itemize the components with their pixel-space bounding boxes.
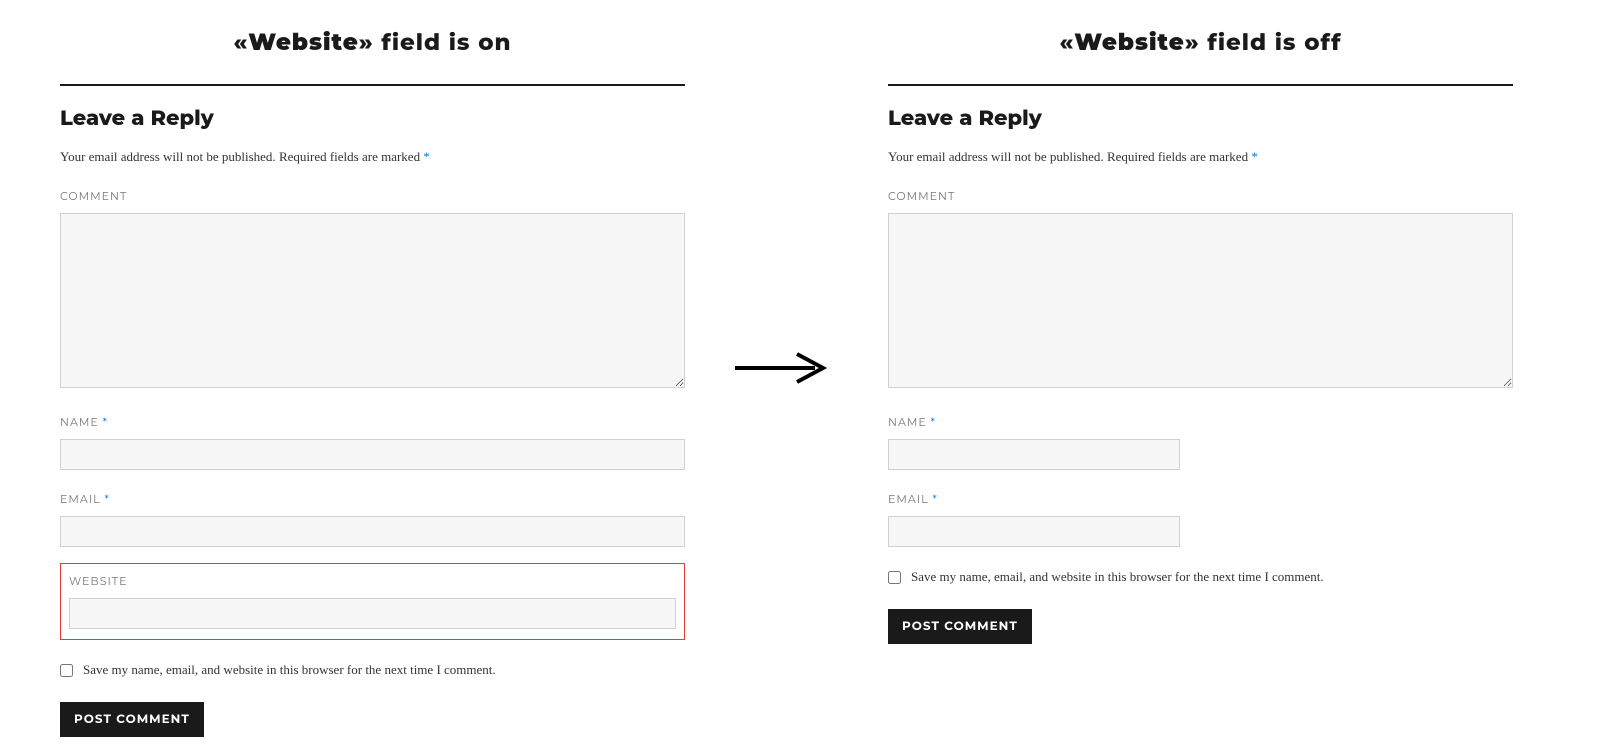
- comment-label: COMMENT: [888, 189, 1513, 203]
- email-label: EMAIL *: [888, 492, 1513, 506]
- email-input[interactable]: [60, 516, 685, 547]
- title-prefix: «: [1059, 28, 1074, 56]
- email-privacy-notice: Your email address will not be published…: [888, 149, 1513, 165]
- panel-website-on: «Website» field is on Leave a Reply Your…: [60, 28, 685, 737]
- consent-text: Save my name, email, and website in this…: [83, 662, 496, 678]
- website-label: WEBSITE: [69, 574, 676, 588]
- email-label: EMAIL *: [60, 492, 685, 506]
- name-field-block: NAME *: [60, 415, 685, 470]
- email-field-block: EMAIL *: [60, 492, 685, 547]
- notice-b: Required fields are marked: [279, 149, 420, 164]
- website-input[interactable]: [69, 598, 676, 629]
- divider: [888, 84, 1513, 86]
- panel-on-title: «Website» field is on: [60, 28, 685, 56]
- name-input[interactable]: [60, 439, 685, 470]
- arrow-icon: [735, 348, 830, 388]
- title-suffix: » field is off: [1185, 28, 1342, 56]
- required-asterisk: *: [103, 415, 108, 429]
- website-field-highlight: WEBSITE: [60, 563, 685, 640]
- reply-heading: Leave a Reply: [60, 106, 685, 131]
- required-asterisk: *: [423, 149, 430, 164]
- comment-label: COMMENT: [60, 189, 685, 203]
- email-privacy-notice: Your email address will not be published…: [60, 149, 685, 165]
- post-comment-button[interactable]: POST COMMENT: [60, 702, 204, 737]
- name-label: NAME *: [888, 415, 1513, 429]
- required-asterisk: *: [104, 492, 109, 506]
- name-field-block: NAME *: [888, 415, 1513, 470]
- consent-row: Save my name, email, and website in this…: [888, 569, 1513, 585]
- title-suffix: » field is on: [359, 28, 512, 56]
- name-label-text: NAME: [60, 415, 99, 429]
- email-label-text: EMAIL: [888, 492, 929, 506]
- notice-a: Your email address will not be published…: [888, 149, 1104, 164]
- required-asterisk: *: [1251, 149, 1258, 164]
- consent-text: Save my name, email, and website in this…: [911, 569, 1324, 585]
- panel-off-title: «Website» field is off: [888, 28, 1513, 56]
- email-field-block: EMAIL *: [888, 492, 1513, 547]
- name-label-text: NAME: [888, 415, 927, 429]
- comment-textarea[interactable]: [60, 213, 685, 388]
- comment-field-block: COMMENT: [888, 189, 1513, 393]
- post-comment-button[interactable]: POST COMMENT: [888, 609, 1032, 644]
- consent-checkbox[interactable]: [60, 664, 73, 677]
- email-label-text: EMAIL: [60, 492, 101, 506]
- consent-checkbox[interactable]: [888, 571, 901, 584]
- comment-field-block: COMMENT: [60, 189, 685, 393]
- required-asterisk: *: [932, 492, 937, 506]
- reply-heading: Leave a Reply: [888, 106, 1513, 131]
- comment-textarea[interactable]: [888, 213, 1513, 388]
- name-input[interactable]: [888, 439, 1180, 470]
- notice-a: Your email address will not be published…: [60, 149, 276, 164]
- name-label: NAME *: [60, 415, 685, 429]
- email-input[interactable]: [888, 516, 1180, 547]
- title-word: Website: [1074, 28, 1184, 56]
- notice-b: Required fields are marked: [1107, 149, 1248, 164]
- panel-website-off: «Website» field is off Leave a Reply You…: [888, 28, 1513, 644]
- required-asterisk: *: [931, 415, 936, 429]
- title-prefix: «: [233, 28, 248, 56]
- consent-row: Save my name, email, and website in this…: [60, 662, 685, 678]
- divider: [60, 84, 685, 86]
- title-word: Website: [248, 28, 358, 56]
